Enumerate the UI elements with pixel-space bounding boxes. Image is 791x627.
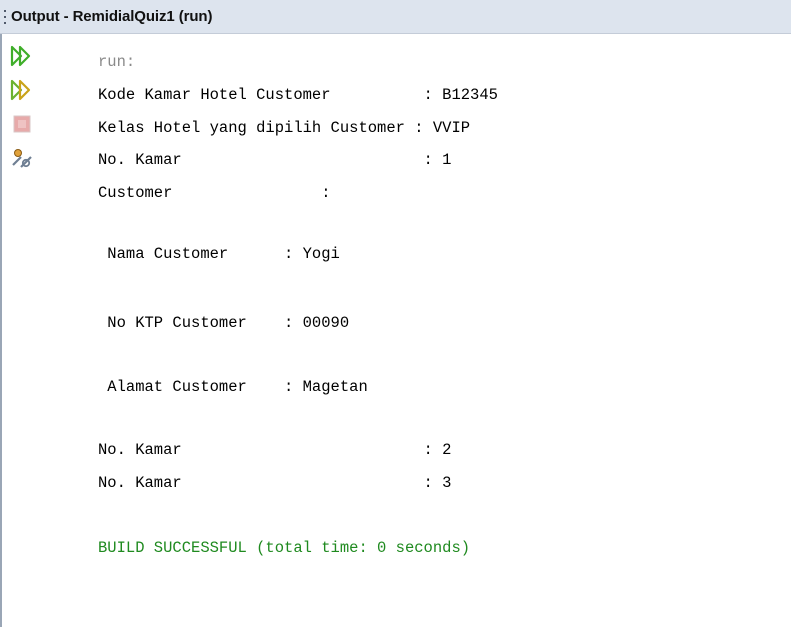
console-line: Alamat Customer : Magetan — [98, 378, 368, 396]
output-tab-title[interactable]: Output - RemidialQuiz1 (run) — [9, 0, 218, 34]
panel-border — [0, 34, 2, 627]
drag-grip-icon[interactable] — [3, 9, 7, 24]
console-line: No. Kamar : 2 — [98, 441, 452, 459]
settings-icon — [12, 149, 32, 168]
console-line: Kelas Hotel yang dipilih Customer : VVIP — [98, 119, 471, 137]
console-line: run: — [98, 53, 136, 71]
console-output[interactable]: run: Kode Kamar Hotel Customer : B12345 … — [98, 52, 778, 557]
output-title-bar: Output - RemidialQuiz1 (run) — [0, 0, 791, 34]
rerun-button[interactable] — [8, 42, 36, 70]
rerun-icon — [10, 45, 31, 67]
console-line: Kode Kamar Hotel Customer : B12345 — [98, 86, 498, 104]
console-line: No. Kamar : 3 — [98, 474, 452, 492]
stop-icon — [13, 115, 31, 133]
build-status-line: BUILD SUCCESSFUL (total time: 0 seconds) — [98, 539, 471, 557]
stop-button[interactable] — [8, 110, 36, 138]
rerun-icon — [10, 79, 31, 101]
output-toolbar — [8, 42, 48, 178]
rerun-with-options-button[interactable] — [8, 76, 36, 104]
console-line: No. Kamar : 1 — [98, 151, 452, 169]
output-window: Output - RemidialQuiz1 (run) run: Kode K… — [0, 0, 791, 627]
console-line: Customer : — [98, 184, 331, 202]
console-line: No KTP Customer : 00090 — [98, 314, 350, 332]
settings-button[interactable] — [8, 144, 36, 172]
console-line: Nama Customer : Yogi — [98, 245, 340, 263]
